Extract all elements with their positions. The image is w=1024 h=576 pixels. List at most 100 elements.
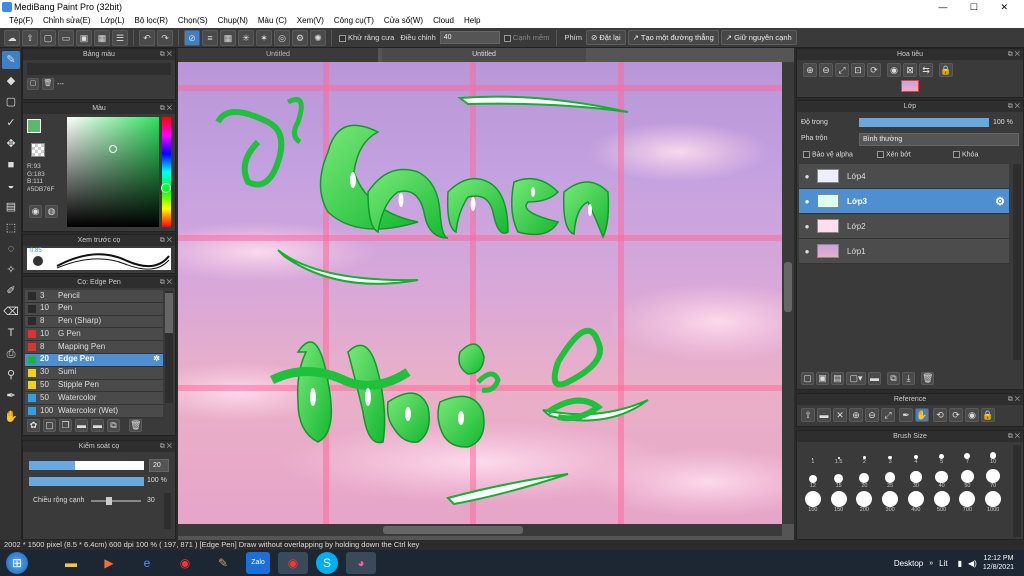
dot-tool-icon[interactable]: ▢: [2, 93, 20, 111]
add-brush-icon[interactable]: ▢: [43, 419, 56, 432]
edge-browser-icon[interactable]: e: [132, 552, 162, 574]
snap-gear-icon[interactable]: ✺: [310, 29, 326, 46]
desktop-toolbar-label[interactable]: Desktop: [894, 559, 923, 568]
background-color-swatch[interactable]: [31, 143, 45, 157]
scrollbar-thumb[interactable]: [784, 262, 792, 312]
chrome-active-icon[interactable]: ◉: [278, 552, 308, 574]
layer-row[interactable]: ● Lớp2: [799, 214, 1009, 239]
bucket-tool-icon[interactable]: ◒: [2, 177, 20, 195]
brush-size-cell[interactable]: 700: [955, 490, 981, 514]
copy-brush-icon[interactable]: ❐: [59, 419, 72, 432]
fit-reference-icon[interactable]: ⤢: [881, 408, 895, 422]
brush-size-scrollbar[interactable]: [1013, 445, 1021, 537]
brush-size-cell[interactable]: 20: [852, 466, 878, 490]
brush-size-cell[interactable]: 500: [929, 490, 955, 514]
hand-reference-icon[interactable]: ✋: [915, 408, 929, 422]
color-picker-cursor[interactable]: [109, 145, 117, 153]
lock-checkbox[interactable]: Khóa: [953, 151, 978, 158]
gear-icon[interactable]: ✲: [153, 353, 160, 366]
brush-item[interactable]: 50 Stipple Pen: [25, 379, 163, 393]
brush-size-cell[interactable]: 50: [955, 466, 981, 490]
media-player-icon[interactable]: ▶: [94, 552, 124, 574]
reset-reference-icon[interactable]: ◉: [965, 408, 979, 422]
visibility-icon[interactable]: ●: [799, 197, 815, 206]
adjust-input[interactable]: 40: [439, 31, 500, 44]
lock-reference-icon[interactable]: 🔒: [981, 408, 995, 422]
brush-item[interactable]: 30 Sumi: [25, 366, 163, 380]
reset-button[interactable]: ⊘ Đặt lại: [585, 30, 626, 45]
text-tool-icon[interactable]: T: [2, 324, 20, 342]
new-icon[interactable]: ▢: [40, 29, 56, 46]
control-scrollbar[interactable]: [164, 493, 171, 529]
open-reference-icon[interactable]: ▬: [817, 408, 831, 422]
hue-slider-handle[interactable]: [161, 183, 171, 193]
snap-parallel-icon[interactable]: ≡: [202, 29, 218, 46]
list-icon[interactable]: ☰: [112, 29, 128, 46]
actual-size-icon[interactable]: ⊡: [851, 63, 865, 77]
save-icon[interactable]: ▣: [76, 29, 92, 46]
menu-select[interactable]: Chọn(S): [173, 14, 213, 28]
menu-cloud[interactable]: Cloud: [428, 14, 459, 28]
menu-layer[interactable]: Lớp(L): [96, 14, 130, 28]
redo-icon[interactable]: ↷: [157, 29, 173, 46]
layer-list-scrollbar[interactable]: [1013, 164, 1021, 360]
layer-folder-icon[interactable]: ▬: [868, 372, 881, 385]
menu-edit[interactable]: Chỉnh sửa(E): [38, 14, 96, 28]
zoom-out-reference-icon[interactable]: ⊖: [865, 408, 879, 422]
color-wheel-icon[interactable]: ◉: [29, 205, 42, 218]
grid-icon[interactable]: ▦: [94, 29, 110, 46]
undo-icon[interactable]: ↶: [139, 29, 155, 46]
new-layer-icon[interactable]: ▢: [801, 372, 814, 385]
zoom-in-icon[interactable]: ⊕: [803, 63, 817, 77]
chrome-icon[interactable]: ◉: [170, 552, 200, 574]
brush-size-value[interactable]: 20: [149, 459, 169, 472]
brush-size-cell[interactable]: 30: [903, 466, 929, 490]
brush-size-cell[interactable]: 5: [929, 444, 955, 466]
flip-icon[interactable]: ⊠: [903, 63, 917, 77]
brush-tool-icon[interactable]: ✎: [2, 51, 20, 69]
upload-icon[interactable]: ⇧: [22, 29, 38, 46]
menu-help[interactable]: Help: [459, 14, 485, 28]
brush-size-cell[interactable]: 1000: [980, 490, 1006, 514]
snap-cross-icon[interactable]: ▦: [220, 29, 236, 46]
snap-radial-icon[interactable]: ✶: [256, 29, 272, 46]
scrollbar-thumb[interactable]: [165, 293, 173, 333]
antialias-checkbox[interactable]: Khử răng cưa: [337, 33, 396, 42]
hand-tool-icon[interactable]: ✋: [2, 408, 20, 426]
start-icon[interactable]: ⊞: [6, 552, 28, 574]
cloud-icon[interactable]: ☁: [4, 29, 20, 46]
brush-opacity-slider[interactable]: [29, 477, 144, 486]
snap-circle-icon[interactable]: ◎: [274, 29, 290, 46]
menu-color[interactable]: Màu (C): [253, 14, 292, 28]
new-8bit-layer-icon[interactable]: ▤: [831, 372, 844, 385]
menu-view[interactable]: Xem(V): [292, 14, 329, 28]
foreground-color-swatch[interactable]: [27, 119, 41, 133]
folder2-icon[interactable]: ▬: [91, 419, 104, 432]
navigator-thumbnail[interactable]: [901, 80, 919, 92]
delete-layer-icon[interactable]: 🗑: [921, 372, 934, 385]
panel-menu-icon[interactable]: ⧉ ✕: [160, 441, 172, 452]
brush-size-cell[interactable]: 200: [852, 490, 878, 514]
brush-item[interactable]: 10 Pen: [25, 302, 163, 316]
brush-item[interactable]: 3 Pencil: [25, 290, 163, 303]
clip-checkbox[interactable]: Xén bớt: [877, 151, 911, 158]
hue-slider[interactable]: [161, 117, 171, 227]
snap-focus-icon[interactable]: ✳: [238, 29, 254, 46]
panel-menu-icon[interactable]: ⧉ ✕: [1008, 101, 1020, 112]
language-indicator[interactable]: Lit: [939, 559, 947, 568]
reset-view-icon[interactable]: ◉: [887, 63, 901, 77]
paint-icon[interactable]: ✎: [208, 552, 238, 574]
rotate-left-reference-icon[interactable]: ⟲: [933, 408, 947, 422]
brush-size-cell[interactable]: 40: [929, 466, 955, 490]
brush-size-cell[interactable]: 150: [826, 490, 852, 514]
brush-settings-icon[interactable]: ✿: [27, 419, 40, 432]
tab-untitled-1[interactable]: Untitled: [178, 48, 378, 62]
edge-width-slider[interactable]: [91, 497, 141, 505]
brush-size-cell[interactable]: 3: [877, 444, 903, 466]
brush-size-cell[interactable]: 25: [877, 466, 903, 490]
fit-icon[interactable]: ⤢: [835, 63, 849, 77]
medibang-taskbar-icon[interactable]: ◕: [346, 552, 376, 574]
visibility-icon[interactable]: ●: [799, 247, 815, 256]
panel-menu-icon[interactable]: ⧉ ✕: [1008, 49, 1020, 60]
panel-menu-icon[interactable]: ⧉ ✕: [160, 49, 172, 60]
